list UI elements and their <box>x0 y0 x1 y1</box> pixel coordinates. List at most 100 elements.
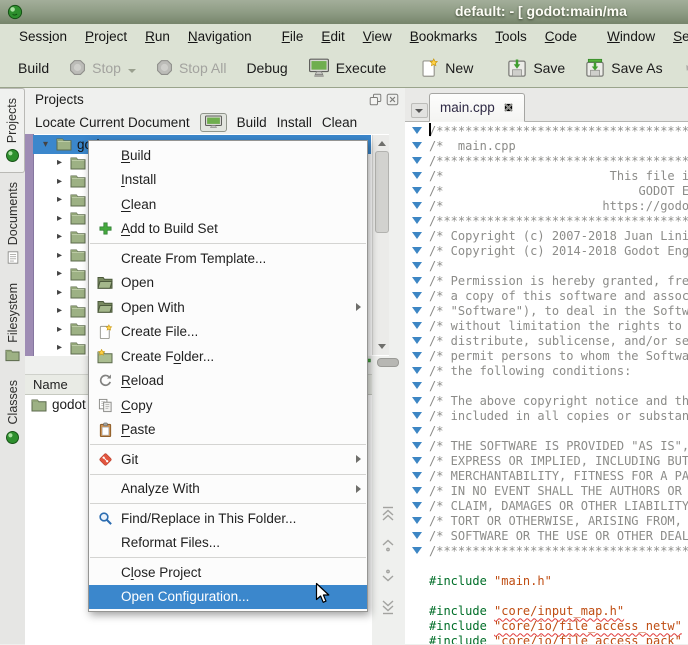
fold-marker-icon[interactable] <box>405 277 429 284</box>
ctx-find-replace[interactable]: Find/Replace in This Folder... <box>89 506 367 531</box>
tree-expander-icon[interactable]: ▸ <box>57 157 70 168</box>
ctx-install[interactable]: Install <box>89 168 367 193</box>
fold-marker-icon[interactable] <box>405 412 429 419</box>
menu-run[interactable]: Run <box>136 26 179 47</box>
panel-clean-button[interactable]: Clean <box>322 115 357 130</box>
fold-marker-icon[interactable] <box>405 397 429 404</box>
sidebar-tab-filesystem[interactable]: Filesystem <box>0 274 25 371</box>
sidebar-tab-classes[interactable]: Classes <box>0 371 25 453</box>
ctx-open-with[interactable]: Open With <box>89 295 367 320</box>
sidebar-tab-documents[interactable]: Documents <box>0 173 25 274</box>
code-line: /* main.cpp <box>405 138 688 153</box>
tree-expander-icon[interactable]: ▸ <box>57 231 70 242</box>
fold-marker-icon[interactable] <box>405 202 429 209</box>
build-set-item-label: godot <box>52 397 86 412</box>
debug-button[interactable]: Debug <box>238 55 295 81</box>
menu-view[interactable]: View <box>354 26 401 47</box>
menu-settings[interactable]: Sett <box>664 26 688 47</box>
fold-marker-icon[interactable] <box>405 217 429 224</box>
fold-marker-icon[interactable] <box>405 547 429 554</box>
menu-edit[interactable]: Edit <box>312 26 353 47</box>
save-button[interactable]: Save <box>499 53 573 83</box>
ctx-paste[interactable]: Paste <box>89 418 367 443</box>
tree-expander-icon[interactable]: ▸ <box>57 342 70 353</box>
ctx-git[interactable]: Git <box>89 447 367 472</box>
ctx-clean[interactable]: Clean <box>89 192 367 217</box>
build-button[interactable]: Build <box>10 55 57 81</box>
tree-expander-icon[interactable]: ▸ <box>57 213 70 224</box>
fold-marker-icon[interactable] <box>405 442 429 449</box>
fold-marker-icon[interactable] <box>405 367 429 374</box>
scroll-up-arrow[interactable] <box>375 137 388 150</box>
fold-marker-icon[interactable] <box>405 127 429 134</box>
fold-marker-icon[interactable] <box>405 187 429 194</box>
scroll-down-arrow[interactable] <box>375 340 388 353</box>
fold-marker-icon[interactable] <box>405 337 429 344</box>
fold-marker-icon[interactable] <box>405 322 429 329</box>
ctx-reload[interactable]: Reload <box>89 369 367 394</box>
save-as-button[interactable]: Save As <box>577 53 670 83</box>
tree-expander-icon[interactable]: ▸ <box>57 176 70 187</box>
menu-code[interactable]: Code <box>536 26 586 47</box>
fold-marker-icon[interactable] <box>405 427 429 434</box>
ctx-reformat-files[interactable]: Reformat Files... <box>89 531 367 556</box>
fold-marker-icon[interactable] <box>405 247 429 254</box>
ctx-create-file[interactable]: Create File... <box>89 320 367 345</box>
menu-session[interactable]: Session <box>10 26 76 47</box>
menu-navigation[interactable]: Navigation <box>179 26 261 47</box>
tree-scrollbar[interactable] <box>372 135 389 355</box>
fold-marker-icon[interactable] <box>405 352 429 359</box>
tree-expander-icon[interactable]: ▸ <box>57 324 70 335</box>
fold-marker-icon[interactable] <box>405 502 429 509</box>
fold-marker-icon[interactable] <box>405 517 429 524</box>
fold-marker-icon[interactable] <box>405 382 429 389</box>
fold-marker-icon[interactable] <box>405 307 429 314</box>
new-button[interactable]: New <box>412 53 481 83</box>
fold-marker-icon[interactable] <box>405 472 429 479</box>
menu-bookmarks[interactable]: Bookmarks <box>401 26 487 47</box>
fold-marker-icon[interactable] <box>405 232 429 239</box>
tree-expander-icon[interactable]: ▸ <box>57 287 70 298</box>
tab-close-icon[interactable] <box>503 102 514 113</box>
menu-file[interactable]: File <box>273 26 313 47</box>
execute-button[interactable]: Execute <box>300 53 395 83</box>
show-targets-button[interactable] <box>200 113 227 132</box>
code-line: #include "core/io/file_access_netw" <box>405 618 688 633</box>
stop-button: Stop <box>61 54 144 81</box>
ctx-add-to-build-set[interactable]: Add to Build Set <box>89 217 367 242</box>
fold-marker-icon[interactable] <box>405 172 429 179</box>
fold-marker-icon[interactable] <box>405 157 429 164</box>
fold-marker-icon[interactable] <box>405 487 429 494</box>
ctx-create-folder[interactable]: Create Folder... <box>89 344 367 369</box>
ctx-close-project[interactable]: Close Project <box>89 560 367 585</box>
close-panel-button[interactable] <box>386 93 399 106</box>
menu-project[interactable]: Project <box>76 26 136 47</box>
fold-marker-icon[interactable] <box>405 457 429 464</box>
scrollbar-thumb[interactable] <box>375 151 389 233</box>
sidebar-tab-projects[interactable]: Projects <box>0 88 25 173</box>
menu-tools[interactable]: Tools <box>486 26 536 47</box>
fold-marker-icon[interactable] <box>405 532 429 539</box>
fold-marker-icon[interactable] <box>405 292 429 299</box>
panel-build-button[interactable]: Build <box>237 115 267 130</box>
splitter-grip[interactable] <box>377 358 399 367</box>
tree-expander-icon[interactable]: ▸ <box>57 305 70 316</box>
code-view[interactable]: /***************************************… <box>405 122 688 644</box>
ctx-analyze-with[interactable]: Analyze With <box>89 477 367 502</box>
tree-expander-icon[interactable]: ▾ <box>43 139 56 150</box>
tree-expander-icon[interactable]: ▸ <box>57 250 70 261</box>
tree-expander-icon[interactable]: ▸ <box>57 194 70 205</box>
menu-window[interactable]: Window <box>598 26 664 47</box>
document-list-dropdown-icon[interactable] <box>411 103 428 118</box>
panel-install-button[interactable]: Install <box>277 115 312 130</box>
ctx-create-from-template[interactable]: Create From Template... <box>89 246 367 271</box>
tree-expander-icon[interactable]: ▸ <box>57 268 70 279</box>
tab-main-cpp[interactable]: main.cpp <box>429 93 525 122</box>
fold-marker-icon[interactable] <box>405 142 429 149</box>
float-panel-button[interactable] <box>369 93 382 106</box>
ctx-open[interactable]: Open <box>89 271 367 296</box>
fold-marker-icon[interactable] <box>405 262 429 269</box>
locate-current-document-button[interactable]: Locate Current Document <box>35 115 190 130</box>
ctx-build[interactable]: Build <box>89 143 367 168</box>
ctx-copy[interactable]: Copy <box>89 393 367 418</box>
